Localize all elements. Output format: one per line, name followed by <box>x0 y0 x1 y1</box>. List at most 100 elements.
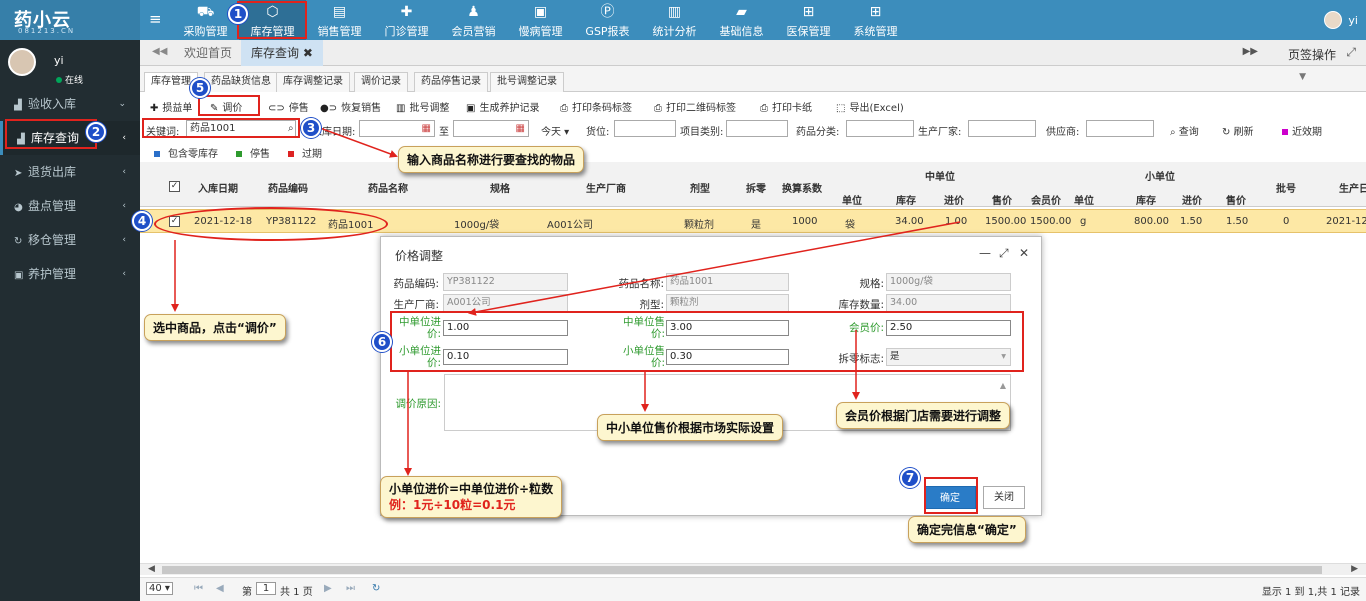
subtab-shortage[interactable]: 药品缺货信息 <box>204 72 278 92</box>
sidebar-item-count[interactable]: ◕ 盘点管理 ‹ <box>0 189 140 223</box>
export-excel-button[interactable]: ⬚ 导出(Excel) <box>836 99 904 114</box>
close-icon[interactable]: ✕ <box>1019 246 1029 260</box>
prev-page-icon[interactable]: ◀ <box>216 583 224 594</box>
nav-chronic[interactable]: ▣ 慢病管理 <box>507 0 574 40</box>
step-5-badge: 5 <box>190 78 210 98</box>
sidebar-item-return[interactable]: ➤ 退货出库 ‹ <box>0 155 140 189</box>
stop-sale-button[interactable]: ⊂⊃ 停售 <box>268 99 309 114</box>
nav-inventory[interactable]: ⬡ 库存管理 <box>239 0 306 40</box>
last-page-icon[interactable]: ⏭ <box>346 583 355 594</box>
dropdown-icon[interactable]: ▼ <box>1299 72 1306 82</box>
price-adjust-button[interactable]: ✎ 调价 <box>210 99 242 114</box>
sidebar-item-stock-query[interactable]: ▟ 库存查询 ‹ <box>0 121 140 155</box>
sidebar-item-receive[interactable]: ▟ 验收入库 ⌄ <box>0 87 140 121</box>
form-field: 颗粒剂 <box>666 294 789 312</box>
small-sale-input[interactable]: 0.30 <box>666 349 789 365</box>
maker-select[interactable] <box>968 120 1036 137</box>
top-user[interactable]: yi <box>1324 11 1358 29</box>
category-select[interactable] <box>846 120 914 137</box>
minimize-icon[interactable]: — <box>979 246 991 260</box>
sidebar-item-move[interactable]: ↻ 移仓管理 ‹ <box>0 223 140 257</box>
today-select[interactable]: 今天 ▾ <box>541 123 569 138</box>
page-size-select[interactable]: 40 ▾ <box>146 582 173 595</box>
maximize-icon[interactable]: ⤢ <box>999 246 1009 261</box>
horizontal-scrollbar[interactable]: ◀ ▶ <box>140 563 1366 575</box>
cube-icon: ⬡ <box>266 4 279 20</box>
cell-form: 颗粒剂 <box>684 220 714 231</box>
nav-system[interactable]: ⊞ 系统管理 <box>842 0 909 40</box>
select-all-checkbox[interactable]: ✓ <box>169 180 180 192</box>
nav-purchase[interactable]: ⛟ 采购管理 <box>172 0 239 40</box>
mid-sale-input[interactable]: 3.00 <box>666 320 789 336</box>
keyword-input[interactable]: 药品1001 <box>186 120 296 137</box>
sub-tabs: 库存管理 药品缺货信息 库存调整记录 调价记录 药品停售记录 批号调整记录 ▼ <box>140 66 1366 92</box>
nav-gsp[interactable]: Ⓟ GSP报表 <box>574 0 641 40</box>
users-icon: ♟ <box>467 4 480 20</box>
barcode-icon: ▥ <box>396 103 406 114</box>
filter-bar: 关键词: 药品1001 ⌕ 入库日期: ▦ 至 ▦ 今天 ▾ 货位: 项目类别:… <box>140 117 1366 141</box>
sidebar-item-care[interactable]: ▣ 养护管理 ‹ <box>0 257 140 291</box>
cell-mid-member: 1500.00 <box>1030 216 1072 227</box>
supplier-select[interactable] <box>1086 120 1154 137</box>
spec-field: 1000g/袋 <box>886 273 1011 291</box>
reload-icon[interactable]: ↻ <box>372 583 380 594</box>
supplier-label: 供应商: <box>1046 127 1080 138</box>
tab-ops-button[interactable]: 页签操作 <box>1288 46 1336 63</box>
tab-stock-query[interactable]: 库存查询 ✖ <box>241 40 323 66</box>
nav-basic[interactable]: ▰ 基础信息 <box>708 0 775 40</box>
small-in-input[interactable]: 0.10 <box>443 349 568 365</box>
next-page-icon[interactable]: ▶ <box>324 583 332 594</box>
tab-next-icon[interactable]: ▶▶ <box>1243 46 1258 57</box>
nav-stats[interactable]: ▥ 统计分析 <box>641 0 708 40</box>
scroll-thumb[interactable] <box>162 566 1322 574</box>
subtab-batch-log[interactable]: 批号调整记录 <box>490 72 564 92</box>
tab-prev-icon[interactable]: ◀◀ <box>152 46 167 57</box>
avatar <box>1324 11 1343 29</box>
tab-home[interactable]: 欢迎首页 <box>174 40 242 66</box>
page-input[interactable]: 1 <box>256 582 276 595</box>
fullscreen-icon[interactable]: ⤢ <box>1346 45 1356 60</box>
loss-button[interactable]: ✚ 损益单 <box>150 99 192 114</box>
maker-label: 生产厂家: <box>918 127 962 138</box>
scroll-left-icon[interactable]: ◀ <box>148 564 155 574</box>
search-icon: ⌕ <box>1170 127 1179 138</box>
subtab-stop-log[interactable]: 药品停售记录 <box>414 72 488 92</box>
print-card-button[interactable]: ⎙ 打印卡纸 <box>760 99 812 114</box>
first-page-icon[interactable]: ⏮ <box>194 583 203 594</box>
gen-care-button[interactable]: ▣ 生成养护记录 <box>466 99 539 114</box>
callout-member: 会员价根据门店需要进行调整 <box>836 402 1011 429</box>
query-button[interactable]: ⌕ 查询 <box>1170 123 1199 138</box>
scroll-right-icon[interactable]: ▶ <box>1351 564 1358 574</box>
member-input[interactable]: 2.50 <box>886 320 1011 336</box>
total-pages: 共 1 页 <box>280 587 313 598</box>
cell-mid-in: 1.00 <box>945 216 968 227</box>
search-icon[interactable]: ⌕ <box>288 123 294 134</box>
col-small-unit: 单位 <box>1074 196 1094 207</box>
menu-toggle-icon[interactable]: ≡ <box>149 10 162 28</box>
nav-clinic[interactable]: ✚ 门诊管理 <box>373 0 440 40</box>
nav-sales[interactable]: ▤ 销售管理 <box>306 0 373 40</box>
subtab-price-log[interactable]: 调价记录 <box>354 72 408 92</box>
pager: 40 ▾ ⏮ ◀ 第 1 共 1 页 ▶ ⏭ ↻ 显示 1 到 1,共 1 记录 <box>140 577 1366 601</box>
resume-sale-button[interactable]: ●⊃ 恢复销售 <box>320 99 381 114</box>
col-mid-stock: 库存 <box>896 196 916 207</box>
confirm-button[interactable]: 确定 <box>924 486 976 509</box>
project-select[interactable] <box>726 120 788 137</box>
mid-in-input[interactable]: 1.00 <box>443 320 568 336</box>
nav-member[interactable]: ♟ 会员营销 <box>440 0 507 40</box>
nav-insurance[interactable]: ⊞ 医保管理 <box>775 0 842 40</box>
subtab-adjust-log[interactable]: 库存调整记录 <box>276 72 350 92</box>
date-to-input[interactable]: ▦ <box>453 120 529 137</box>
close-button[interactable]: 关闭 <box>983 486 1025 509</box>
split-select[interactable]: 是 ▾ <box>886 348 1011 366</box>
batch-adjust-button[interactable]: ▥ 批号调整 <box>396 99 449 114</box>
print-qrcode-button[interactable]: ⎙ 打印二维码标签 <box>654 99 736 114</box>
location-select[interactable] <box>614 120 676 137</box>
step-2-badge: 2 <box>86 122 106 142</box>
near-expiry-button[interactable]: 近效期 <box>1282 123 1322 138</box>
cell-small-in: 1.50 <box>1180 216 1203 227</box>
refresh-button[interactable]: ↻ 刷新 <box>1222 123 1254 138</box>
book-icon: ▰ <box>736 4 747 20</box>
date-from-input[interactable]: ▦ <box>359 120 435 137</box>
print-barcode-button[interactable]: ⎙ 打印条码标签 <box>560 99 632 114</box>
